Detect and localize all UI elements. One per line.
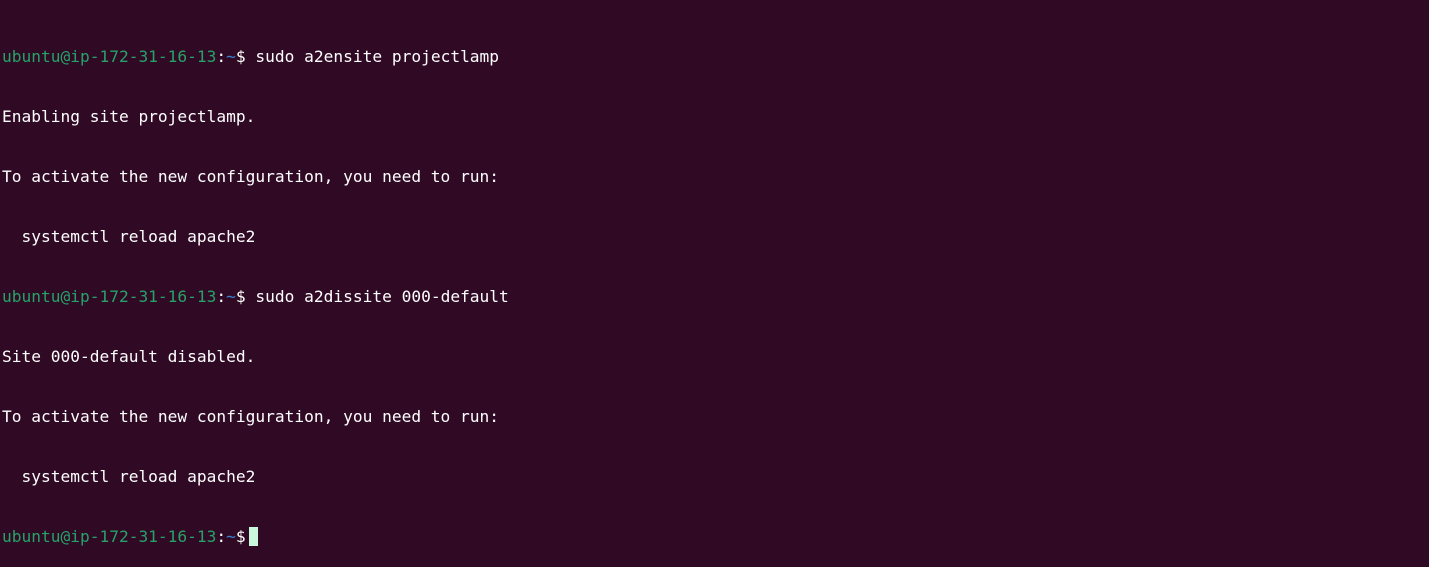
- output-line: To activate the new configuration, you n…: [2, 407, 500, 426]
- output-line: systemctl reload apache2: [2, 467, 256, 486]
- prompt-path: ~: [226, 47, 236, 66]
- prompt-line: ubuntu@ip-172-31-16-13:~$ sudo a2dissite…: [2, 287, 1429, 307]
- prompt-symbol: $: [235, 527, 246, 546]
- output-line: Enabling site projectlamp.: [2, 107, 256, 126]
- prompt-line: ubuntu@ip-172-31-16-13:~$ sudo a2ensite …: [2, 47, 1429, 67]
- prompt-path: ~: [226, 287, 236, 306]
- output-line: systemctl reload apache2: [2, 227, 256, 246]
- prompt-user-host: ubuntu@ip-172-31-16-13: [2, 47, 217, 66]
- prompt-colon: :: [216, 287, 227, 306]
- command-text: sudo a2dissite 000-default: [255, 287, 509, 306]
- prompt-symbol: $: [235, 287, 256, 306]
- prompt-user-host: ubuntu@ip-172-31-16-13: [2, 287, 217, 306]
- prompt-path: ~: [226, 527, 236, 546]
- prompt-user-host: ubuntu@ip-172-31-16-13: [2, 527, 217, 546]
- terminal-window[interactable]: ubuntu@ip-172-31-16-13:~$ sudo a2ensite …: [0, 0, 1429, 546]
- command-text: sudo a2ensite projectlamp: [255, 47, 500, 66]
- output-line: To activate the new configuration, you n…: [2, 167, 500, 186]
- output-line: Site 000-default disabled.: [2, 347, 256, 366]
- active-prompt-line[interactable]: ubuntu@ip-172-31-16-13:~$: [2, 527, 1429, 547]
- prompt-symbol: $: [235, 47, 256, 66]
- text-cursor[interactable]: [248, 527, 258, 546]
- prompt-colon: :: [216, 47, 227, 66]
- prompt-colon: :: [216, 527, 227, 546]
